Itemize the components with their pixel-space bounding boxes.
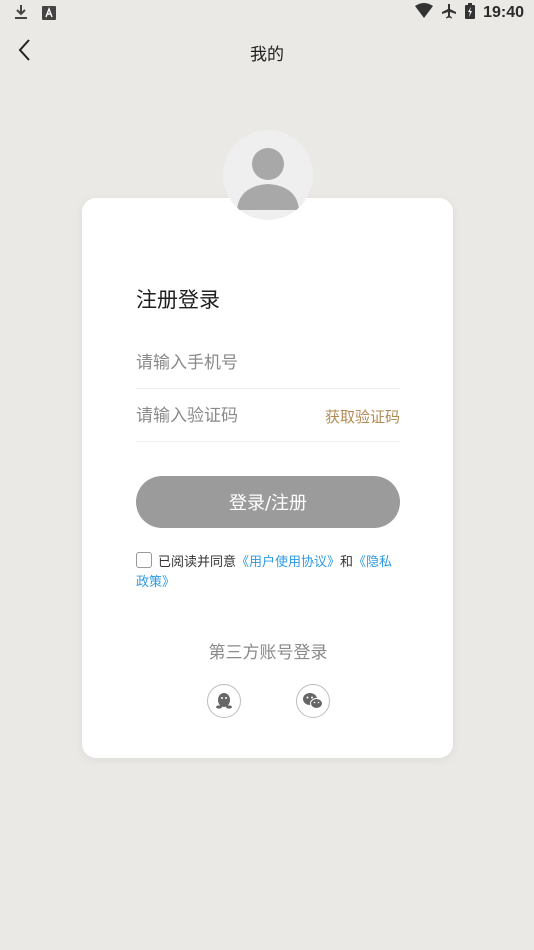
navbar: 我的 [0, 30, 534, 70]
agreement-prefix: 已阅读并同意 [158, 555, 237, 570]
get-code-button[interactable]: 获取验证码 [325, 406, 400, 427]
status-bar: 19:40 [0, 0, 534, 28]
battery-icon [465, 3, 476, 23]
code-input[interactable] [136, 391, 316, 441]
login-title: 注册登录 [136, 288, 220, 312]
phone-input[interactable] [136, 338, 316, 388]
wechat-icon [303, 693, 323, 709]
wechat-login-button[interactable] [296, 684, 330, 718]
user-agreement-link[interactable]: 《用户使用协议》 [236, 555, 340, 570]
download-icon [14, 4, 28, 24]
airplane-icon [441, 3, 457, 23]
agreement-and: 和 [340, 555, 354, 570]
qq-login-button[interactable] [207, 684, 241, 718]
code-field: 获取验证码 [136, 391, 400, 442]
third-party-title: 第三方账号登录 [208, 643, 328, 663]
phone-field [136, 338, 400, 389]
default-user-icon [237, 148, 299, 210]
status-time: 19:40 [483, 4, 524, 21]
qq-icon [216, 693, 232, 709]
agreement: 已阅读并同意《用户使用协议》和《隐私政策》 [136, 552, 402, 593]
agreement-checkbox[interactable] [136, 552, 152, 568]
page-title: 我的 [250, 45, 284, 65]
avatar [223, 130, 313, 220]
font-app-icon [42, 5, 56, 24]
login-register-button[interactable]: 登录/注册 [136, 476, 400, 528]
wifi-icon [415, 3, 434, 23]
